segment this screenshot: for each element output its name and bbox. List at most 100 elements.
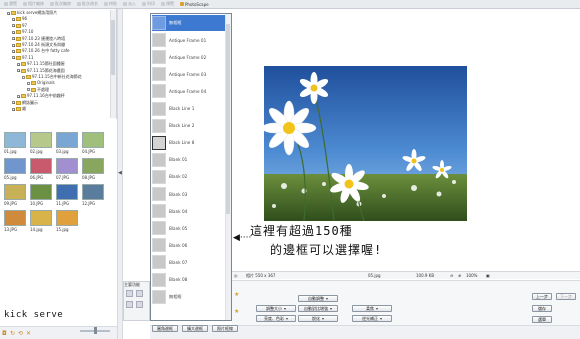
photo-thumbnail[interactable]: 05.jpg bbox=[4, 158, 26, 180]
zoom-out-icon[interactable]: ⊖ bbox=[450, 273, 453, 278]
tree-item[interactable]: +97 bbox=[12, 23, 27, 29]
photo-thumbnail[interactable]: 02.jpg bbox=[30, 132, 52, 154]
expand-icon[interactable]: + bbox=[12, 37, 16, 41]
expand-icon[interactable]: + bbox=[12, 49, 16, 53]
toolbar-tab[interactable]: 列印 bbox=[140, 1, 157, 8]
object-icon[interactable] bbox=[136, 290, 143, 297]
expand-icon[interactable]: + bbox=[7, 11, 11, 15]
frame-option[interactable]: Blank 08 bbox=[152, 272, 231, 288]
tools-icon[interactable] bbox=[136, 301, 143, 308]
toolbar-tab[interactable]: 拼貼 bbox=[102, 1, 119, 8]
frame-option[interactable]: Black Line 8 bbox=[152, 135, 231, 151]
rotate-icon[interactable]: ⟲ bbox=[18, 330, 23, 337]
folder-icon[interactable]: ◘ bbox=[2, 330, 7, 337]
tree-item[interactable]: + 雜 bbox=[12, 106, 26, 112]
expand-icon[interactable]: + bbox=[12, 43, 16, 47]
tree-scrollbar-thumb[interactable] bbox=[111, 20, 115, 75]
tree-item[interactable]: +97.10 bbox=[12, 29, 33, 35]
photo-thumbnail[interactable]: 06.JPG bbox=[30, 158, 52, 180]
undo-button[interactable]: 上一步 bbox=[532, 293, 552, 300]
photo-thumbnail[interactable]: 08.JPG bbox=[82, 158, 104, 180]
frame-option[interactable]: Blank 02 bbox=[152, 169, 231, 185]
photo-thumbnail[interactable]: 03.jpg bbox=[56, 132, 78, 154]
toolbar-tab[interactable]: 批次編修 bbox=[48, 1, 73, 8]
fit-window-icon[interactable]: ▣ bbox=[486, 273, 490, 278]
expand-icon[interactable]: + bbox=[12, 107, 16, 111]
photo-thumbnail[interactable]: 15.jpg bbox=[56, 210, 78, 232]
frame-option[interactable]: Blank 06 bbox=[152, 237, 231, 253]
frame-option[interactable]: 無相框 bbox=[152, 289, 231, 305]
frame-option[interactable]: Black Line 1 bbox=[152, 101, 231, 117]
tree-item[interactable]: +97.11 bbox=[12, 55, 33, 61]
crop-icon[interactable] bbox=[126, 290, 133, 297]
photo-frame-line-button[interactable]: 照片框線 bbox=[212, 325, 238, 332]
tree-item[interactable]: +97.11.15節花海農園 bbox=[17, 68, 65, 74]
expand-frame-button[interactable]: 擴大邊框 bbox=[182, 325, 208, 332]
text-icon[interactable] bbox=[126, 301, 133, 308]
frame-option[interactable]: Antique Frame 01 bbox=[152, 32, 231, 48]
frame-dropdown-list[interactable]: 無相框 Antique Frame 01 Antique Frame 02 Antiq… bbox=[150, 13, 232, 321]
toolbar-tab[interactable]: 相片編修 bbox=[21, 1, 46, 8]
photo-thumbnail[interactable]: 11.JPG bbox=[56, 184, 78, 206]
sharpen-dropdown[interactable]: 銳化 bbox=[298, 315, 338, 322]
toolbar-tab[interactable]: 瀏覽 bbox=[2, 1, 19, 8]
frame-option[interactable]: Black Line 2 bbox=[152, 118, 231, 134]
redo-button[interactable]: 下一步 bbox=[556, 293, 576, 300]
auto-contrast-dropdown[interactable]: 自動對比增強 bbox=[298, 305, 338, 312]
tree-item[interactable]: 97.11.15台中新社花海節花 bbox=[22, 74, 82, 80]
tree-item[interactable]: +97.11.16台中前趣杯 bbox=[17, 93, 65, 99]
photo-thumbnail[interactable]: 01.jpg bbox=[4, 132, 26, 154]
photo-thumbnail[interactable]: 13.JPG bbox=[4, 210, 26, 232]
photo-nav-icon[interactable]: ◎ bbox=[234, 273, 238, 278]
expand-icon[interactable]: + bbox=[17, 69, 21, 73]
expand-icon[interactable]: + bbox=[12, 30, 16, 34]
tree-item[interactable]: +96 bbox=[12, 16, 27, 22]
frame-option[interactable]: Blank 04 bbox=[152, 203, 231, 219]
frame-option[interactable]: Antique Frame 02 bbox=[152, 49, 231, 65]
expand-icon[interactable] bbox=[22, 75, 25, 79]
frame-option[interactable]: Blank 01 bbox=[152, 152, 231, 168]
toolbar-tab[interactable]: PhotoScape bbox=[178, 1, 211, 8]
frame-option[interactable]: Antique Frame 04 bbox=[152, 83, 231, 99]
expand-icon[interactable]: + bbox=[17, 62, 21, 66]
delete-icon[interactable]: ✕ bbox=[26, 330, 31, 337]
expand-icon[interactable]: + bbox=[12, 101, 16, 105]
round-frame-button[interactable]: 圓角邊框 bbox=[152, 325, 178, 332]
thumbnail-size-slider-knob[interactable] bbox=[94, 327, 97, 334]
photo-thumbnail[interactable]: 10.JPG bbox=[30, 184, 52, 206]
photo-thumbnail[interactable]: 14.jpg bbox=[30, 210, 52, 232]
frame-option[interactable]: Antique Frame 03 bbox=[152, 66, 231, 82]
photo-thumbnail[interactable]: 07.JPG bbox=[56, 158, 78, 180]
expand-icon[interactable]: + bbox=[12, 56, 16, 60]
photo-thumbnail[interactable]: 12.JPG bbox=[82, 184, 104, 206]
toolbar-tab[interactable]: 批次改名 bbox=[75, 1, 100, 8]
bloom-dropdown[interactable]: 柔焦 bbox=[352, 305, 392, 312]
expand-icon[interactable]: + bbox=[12, 17, 16, 21]
collapse-arrow-icon[interactable]: ◀ bbox=[118, 170, 122, 176]
tree-item[interactable]: + 網誌圖示 bbox=[12, 100, 38, 106]
expand-icon[interactable]: + bbox=[17, 94, 21, 98]
menu-button[interactable]: 選單 bbox=[532, 316, 552, 323]
frame-option[interactable]: Blank 07 bbox=[152, 254, 231, 270]
tree-item[interactable]: + kick serve網誌用照片 bbox=[7, 10, 57, 16]
tree-item[interactable]: +97.10.23 捷運陸八時塔 bbox=[12, 36, 65, 42]
tree-item[interactable]: 不處理 bbox=[27, 87, 49, 93]
toolbar-tab[interactable]: 淡入 bbox=[121, 1, 138, 8]
auto-levels-dropdown[interactable]: 自動調整 bbox=[298, 295, 338, 302]
frame-option[interactable]: Blank 03 bbox=[152, 186, 231, 202]
expand-icon[interactable] bbox=[27, 88, 30, 92]
tree-item[interactable]: Originals bbox=[27, 80, 55, 86]
brightness-color-dropdown[interactable]: 亮度、色彩 bbox=[256, 315, 296, 322]
save-button[interactable]: 儲存 bbox=[532, 305, 552, 312]
expand-icon[interactable]: + bbox=[12, 24, 16, 28]
tree-item[interactable]: +97.10.26 台中 fatty cafe bbox=[12, 48, 70, 54]
refresh-icon[interactable]: ↻ bbox=[10, 330, 15, 337]
frame-option[interactable]: Blank 05 bbox=[152, 220, 231, 236]
photo-thumbnail[interactable]: 09.JPG bbox=[4, 184, 26, 206]
tree-item[interactable]: +97.11.15節社園種屋 bbox=[17, 61, 65, 67]
frame-option[interactable]: 無相框 bbox=[152, 15, 231, 31]
resize-dropdown[interactable]: 調整大小 bbox=[256, 305, 296, 312]
toolbar-tab[interactable]: 預覽 bbox=[159, 1, 176, 8]
zoom-in-icon[interactable]: ⊕ bbox=[458, 273, 461, 278]
frame-list-scrollbar-thumb[interactable] bbox=[226, 24, 230, 214]
